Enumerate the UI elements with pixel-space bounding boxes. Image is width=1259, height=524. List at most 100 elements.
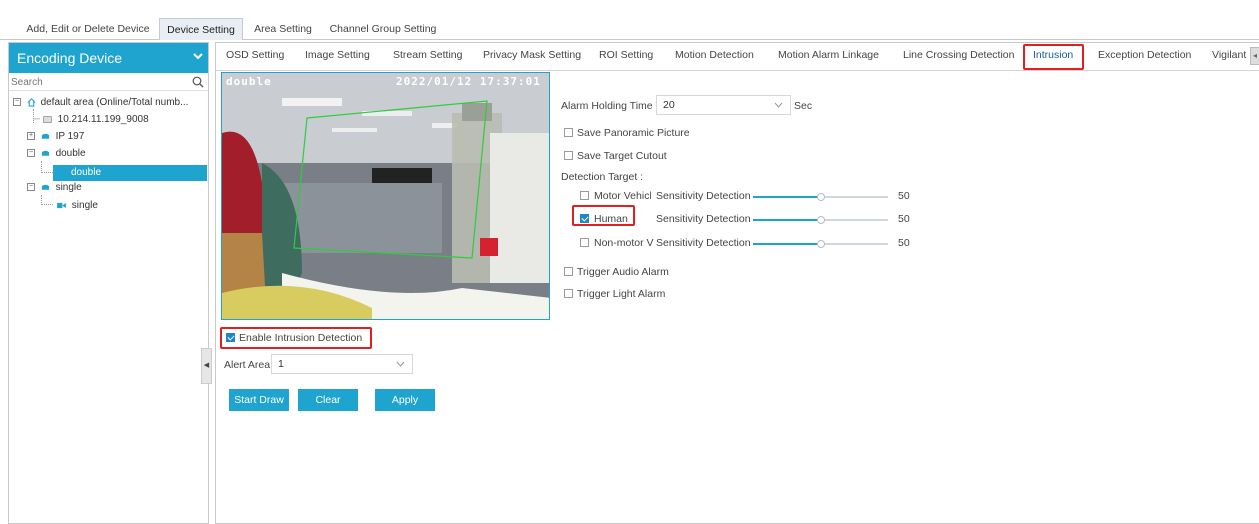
nvr-icon [41,134,49,140]
tree-item-default-area[interactable]: − default area (Online/Total numb... [13,95,188,111]
collapse-icon[interactable]: − [27,149,35,158]
camera-frame-image [222,73,549,319]
tree-item-single-channel[interactable]: single [57,198,98,214]
alarm-holding-time-label: Alarm Holding Time [561,100,653,112]
apply-button[interactable]: Apply [375,389,435,411]
device-icon [43,115,52,123]
save-panoramic-label: Save Panoramic Picture [577,127,690,139]
tab-area-setting[interactable]: Area Setting [248,18,318,40]
tree-item-single[interactable]: − single [27,180,82,196]
device-type-label: Encoding Device [17,50,123,66]
tab-device-setting[interactable]: Device Setting [159,18,243,40]
non-motor-vehicle-sensitivity-slider[interactable] [753,240,888,248]
collapse-icon[interactable]: − [27,183,35,192]
alarm-holding-time-value: 20 [663,99,675,111]
tree-item-label: default area (Online/Total numb... [40,97,189,108]
clear-button[interactable]: Clear [298,389,358,411]
alarm-holding-unit: Sec [794,100,813,112]
tree-connector [41,195,53,205]
slider-fill [753,196,821,198]
trigger-audio-alarm-label: Trigger Audio Alarm [577,266,669,278]
enable-intrusion-checkbox[interactable] [226,333,235,342]
save-target-cutout-checkbox[interactable] [564,151,573,160]
start-draw-button[interactable]: Start Draw [229,389,289,411]
slider-knob[interactable] [816,240,825,248]
tab-motion-detection[interactable]: Motion Detection [675,49,754,61]
slider-knob[interactable] [816,193,825,201]
collapse-panel-handle[interactable]: ◀ [201,348,212,384]
device-type-dropdown[interactable]: Encoding Device [9,43,208,73]
chevron-down-icon [774,102,783,108]
tree-item-label: single [71,200,98,211]
settings-tab-bar: OSD Setting Image Setting Stream Setting… [216,43,1259,71]
slider-fill [753,219,821,221]
tab-intrusion[interactable]: Intrusion [1033,49,1073,61]
motor-vehicle-checkbox[interactable] [580,191,589,200]
trigger-audio-alarm-checkbox[interactable] [564,267,573,276]
nvr-icon [41,185,49,191]
motor-vehicle-sensitivity-label: Sensitivity Detection [656,190,751,202]
camera-icon [57,202,66,208]
tree-item-label: double [55,148,86,159]
tab-scroll-right-icon[interactable]: ◂ [1250,47,1259,65]
device-tree-panel: Encoding Device − default area (Online/T… [8,42,209,524]
tab-vigilant[interactable]: Vigilant [1212,49,1246,61]
tab-privacy-mask-setting[interactable]: Privacy Mask Setting [483,49,581,61]
tree-item-ip-9008[interactable]: ─ 10.214.11.199_9008 [33,112,149,128]
search-icon[interactable] [192,76,204,88]
motor-vehicle-sensitivity-slider[interactable] [753,193,888,201]
motor-vehicle-label: Motor Vehicl [594,190,651,202]
enable-intrusion-label: Enable Intrusion Detection [239,332,363,344]
video-preview[interactable]: double 2022/01/12 17:37:01 [221,72,550,320]
tab-add-edit-delete-device[interactable]: Add, Edit or Delete Device [22,18,154,40]
tab-osd-setting[interactable]: OSD Setting [226,49,284,61]
tab-exception-detection[interactable]: Exception Detection [1098,49,1191,61]
tab-line-crossing-detection[interactable]: Line Crossing Detection [903,49,1014,61]
search-box [9,74,208,91]
osd-timestamp: 2022/01/12 17:37:01 [396,75,541,88]
nvr-icon [41,151,49,157]
tree-item-label: IP 197 [55,131,85,142]
human-sensitivity-slider[interactable] [753,216,888,224]
search-input[interactable] [9,74,189,90]
human-label: Human [594,213,628,225]
collapse-icon[interactable]: − [13,98,21,107]
alert-area-label: Alert Area [224,359,271,371]
save-target-cutout-label: Save Target Cutout [577,150,667,162]
alert-area-select[interactable]: 1 [271,354,413,374]
tree-item-label: double [71,167,102,178]
tree-item-double[interactable]: − double [27,146,86,162]
motor-vehicle-sensitivity-value: 50 [898,190,910,202]
tab-image-setting[interactable]: Image Setting [305,49,370,61]
tree-item-double-channel[interactable]: double [53,165,207,181]
detection-target-label: Detection Target : [561,171,644,183]
top-tab-bar: Add, Edit or Delete Device Device Settin… [0,14,1259,40]
tree-item-label: 10.214.11.199_9008 [57,114,149,125]
non-motor-vehicle-sensitivity-value: 50 [898,237,910,249]
non-motor-vehicle-label: Non-motor V [594,237,654,249]
tab-stream-setting[interactable]: Stream Setting [393,49,462,61]
human-checkbox[interactable] [580,214,589,223]
slider-knob[interactable] [816,216,825,224]
settings-panel: OSD Setting Image Setting Stream Setting… [215,42,1259,524]
osd-channel-name: double [226,75,272,88]
save-panoramic-checkbox[interactable] [564,128,573,137]
trigger-light-alarm-label: Trigger Light Alarm [577,288,666,300]
non-motor-vehicle-sensitivity-label: Sensitivity Detection [656,237,751,249]
chevron-down-icon [396,361,405,367]
human-sensitivity-label: Sensitivity Detection [656,213,751,225]
slider-fill [753,243,821,245]
non-motor-vehicle-checkbox[interactable] [580,238,589,247]
chevron-down-icon [193,53,203,60]
human-sensitivity-value: 50 [898,213,910,225]
trigger-light-alarm-checkbox[interactable] [564,289,573,298]
alarm-holding-time-select[interactable]: 20 [656,95,791,115]
tree-connector [41,161,53,173]
tree-item-ip-197[interactable]: + IP 197 [27,129,84,145]
expand-icon[interactable]: + [27,132,35,141]
tree-item-label: single [55,182,82,193]
tab-channel-group-setting[interactable]: Channel Group Setting [323,18,443,40]
tab-motion-alarm-linkage[interactable]: Motion Alarm Linkage [778,49,879,61]
home-icon [27,97,36,107]
tab-roi-setting[interactable]: ROI Setting [599,49,653,61]
